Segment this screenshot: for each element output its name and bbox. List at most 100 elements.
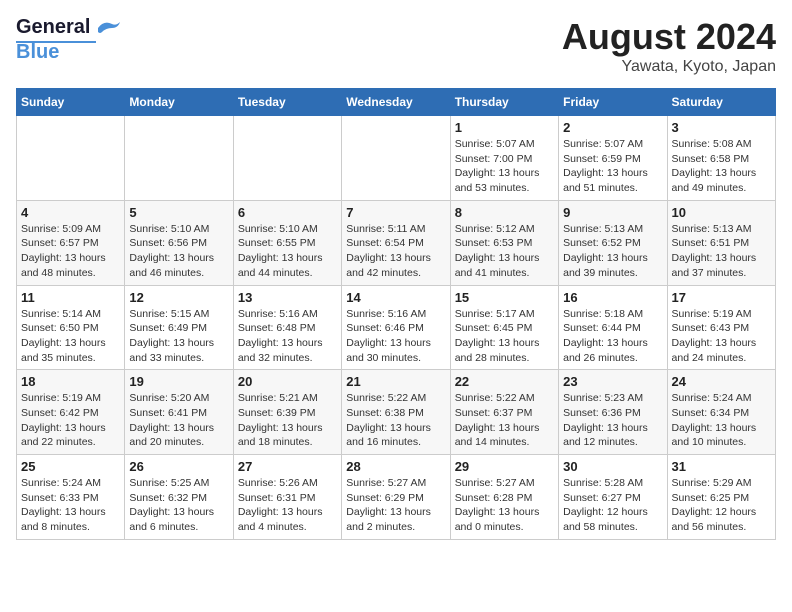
day-number: 18 — [21, 374, 120, 389]
calendar-cell: 27Sunrise: 5:26 AM Sunset: 6:31 PM Dayli… — [233, 455, 341, 540]
day-info: Sunrise: 5:16 AM Sunset: 6:48 PM Dayligh… — [238, 307, 337, 366]
weekday-header-tuesday: Tuesday — [233, 89, 341, 116]
calendar-cell: 12Sunrise: 5:15 AM Sunset: 6:49 PM Dayli… — [125, 285, 233, 370]
calendar-cell: 4Sunrise: 5:09 AM Sunset: 6:57 PM Daylig… — [17, 200, 125, 285]
day-info: Sunrise: 5:25 AM Sunset: 6:32 PM Dayligh… — [129, 476, 228, 535]
calendar-cell: 30 Sunrise: 5:28 AM Sunset: 6:27 PM Dayli… — [559, 455, 667, 540]
calendar-cell: 28 Sunrise: 5:27 AM Sunset: 6:29 PM Dayli… — [342, 455, 450, 540]
day-info: Sunrise: 5:26 AM Sunset: 6:31 PM Dayligh… — [238, 476, 337, 535]
title-block: August 2024 Yawata, Kyoto, Japan — [562, 16, 776, 76]
calendar-cell — [342, 116, 450, 201]
calendar-body: 1 Sunrise: 5:07 AM Sunset: 7:00 PM Daylig… — [17, 116, 776, 540]
calendar-cell: 19 Sunrise: 5:20 AM Sunset: 6:41 PM Dayli… — [125, 370, 233, 455]
day-info: Sunrise: 5:28 AM Sunset: 6:27 PM Dayligh… — [563, 476, 662, 535]
calendar-title: August 2024 — [562, 16, 776, 58]
day-number: 5 — [129, 205, 228, 220]
day-number: 15 — [455, 290, 554, 305]
day-info: Sunrise: 5:29 AM Sunset: 6:25 PM Dayligh… — [672, 476, 771, 535]
day-info: Sunrise: 5:08 AM Sunset: 6:58 PM Dayligh… — [672, 137, 771, 196]
calendar-subtitle: Yawata, Kyoto, Japan — [562, 58, 776, 76]
day-number: 30 — [563, 459, 662, 474]
day-info: Sunrise: 5:13 AM Sunset: 6:52 PM Dayligh… — [563, 222, 662, 281]
calendar-cell: 18 Sunrise: 5:19 AM Sunset: 6:42 PM Dayli… — [17, 370, 125, 455]
logo-blue-text: Blue — [16, 41, 59, 64]
day-info: Sunrise: 5:22 AM Sunset: 6:38 PM Dayligh… — [346, 391, 445, 450]
calendar-cell: 24 Sunrise: 5:24 AM Sunset: 6:34 PM Dayli… — [667, 370, 775, 455]
day-number: 13 — [238, 290, 337, 305]
day-number: 23 — [563, 374, 662, 389]
day-number: 3 — [672, 120, 771, 135]
day-info: Sunrise: 5:10 AM Sunset: 6:56 PM Dayligh… — [129, 222, 228, 281]
day-info: Sunrise: 5:24 AM Sunset: 6:34 PM Dayligh… — [672, 391, 771, 450]
weekday-header-sunday: Sunday — [17, 89, 125, 116]
day-info: Sunrise: 5:14 AM Sunset: 6:50 PM Dayligh… — [21, 307, 120, 366]
calendar-cell: 8Sunrise: 5:12 AM Sunset: 6:53 PM Daylig… — [450, 200, 558, 285]
day-info: Sunrise: 5:09 AM Sunset: 6:57 PM Dayligh… — [21, 222, 120, 281]
day-info: Sunrise: 5:27 AM Sunset: 6:29 PM Dayligh… — [346, 476, 445, 535]
day-number: 26 — [129, 459, 228, 474]
calendar-week-3: 11Sunrise: 5:14 AM Sunset: 6:50 PM Dayli… — [17, 285, 776, 370]
day-info: Sunrise: 5:16 AM Sunset: 6:46 PM Dayligh… — [346, 307, 445, 366]
day-number: 16 — [563, 290, 662, 305]
calendar-cell: 13 Sunrise: 5:16 AM Sunset: 6:48 PM Dayli… — [233, 285, 341, 370]
calendar-cell: 16 Sunrise: 5:18 AM Sunset: 6:44 PM Dayli… — [559, 285, 667, 370]
day-info: Sunrise: 5:24 AM Sunset: 6:33 PM Dayligh… — [21, 476, 120, 535]
calendar-header: SundayMondayTuesdayWednesdayThursdayFrid… — [17, 89, 776, 116]
calendar-cell — [17, 116, 125, 201]
calendar-cell: 7Sunrise: 5:11 AM Sunset: 6:54 PM Daylig… — [342, 200, 450, 285]
day-info: Sunrise: 5:13 AM Sunset: 6:51 PM Dayligh… — [672, 222, 771, 281]
calendar-cell — [125, 116, 233, 201]
day-number: 17 — [672, 290, 771, 305]
weekday-header-saturday: Saturday — [667, 89, 775, 116]
day-info: Sunrise: 5:21 AM Sunset: 6:39 PM Dayligh… — [238, 391, 337, 450]
weekday-header-row: SundayMondayTuesdayWednesdayThursdayFrid… — [17, 89, 776, 116]
calendar-cell: 22Sunrise: 5:22 AM Sunset: 6:37 PM Dayli… — [450, 370, 558, 455]
day-info: Sunrise: 5:17 AM Sunset: 6:45 PM Dayligh… — [455, 307, 554, 366]
calendar-week-4: 18 Sunrise: 5:19 AM Sunset: 6:42 PM Dayli… — [17, 370, 776, 455]
day-number: 28 — [346, 459, 445, 474]
day-number: 6 — [238, 205, 337, 220]
calendar-week-1: 1 Sunrise: 5:07 AM Sunset: 7:00 PM Daylig… — [17, 116, 776, 201]
calendar-cell: 10 Sunrise: 5:13 AM Sunset: 6:51 PM Dayli… — [667, 200, 775, 285]
calendar-week-2: 4Sunrise: 5:09 AM Sunset: 6:57 PM Daylig… — [17, 200, 776, 285]
day-number: 10 — [672, 205, 771, 220]
calendar-cell: 11Sunrise: 5:14 AM Sunset: 6:50 PM Dayli… — [17, 285, 125, 370]
calendar-cell: 31Sunrise: 5:29 AM Sunset: 6:25 PM Dayli… — [667, 455, 775, 540]
day-number: 1 — [455, 120, 554, 135]
calendar-cell: 17Sunrise: 5:19 AM Sunset: 6:43 PM Dayli… — [667, 285, 775, 370]
day-info: Sunrise: 5:07 AM Sunset: 7:00 PM Dayligh… — [455, 137, 554, 196]
day-number: 29 — [455, 459, 554, 474]
calendar-cell: 2Sunrise: 5:07 AM Sunset: 6:59 PM Daylig… — [559, 116, 667, 201]
page-header: General Blue August 2024 Yawata, Kyoto, … — [16, 16, 776, 76]
weekday-header-friday: Friday — [559, 89, 667, 116]
calendar-cell — [233, 116, 341, 201]
day-number: 19 — [129, 374, 228, 389]
day-info: Sunrise: 5:23 AM Sunset: 6:36 PM Dayligh… — [563, 391, 662, 450]
calendar-week-5: 25Sunrise: 5:24 AM Sunset: 6:33 PM Dayli… — [17, 455, 776, 540]
day-info: Sunrise: 5:19 AM Sunset: 6:42 PM Dayligh… — [21, 391, 120, 450]
day-number: 2 — [563, 120, 662, 135]
day-number: 24 — [672, 374, 771, 389]
day-info: Sunrise: 5:20 AM Sunset: 6:41 PM Dayligh… — [129, 391, 228, 450]
logo: General Blue — [16, 16, 122, 64]
day-number: 7 — [346, 205, 445, 220]
day-info: Sunrise: 5:22 AM Sunset: 6:37 PM Dayligh… — [455, 391, 554, 450]
day-info: Sunrise: 5:10 AM Sunset: 6:55 PM Dayligh… — [238, 222, 337, 281]
calendar-cell: 9Sunrise: 5:13 AM Sunset: 6:52 PM Daylig… — [559, 200, 667, 285]
calendar-cell: 6 Sunrise: 5:10 AM Sunset: 6:55 PM Daylig… — [233, 200, 341, 285]
weekday-header-monday: Monday — [125, 89, 233, 116]
calendar-cell: 15 Sunrise: 5:17 AM Sunset: 6:45 PM Dayli… — [450, 285, 558, 370]
weekday-header-wednesday: Wednesday — [342, 89, 450, 116]
day-number: 21 — [346, 374, 445, 389]
calendar-cell: 21 Sunrise: 5:22 AM Sunset: 6:38 PM Dayli… — [342, 370, 450, 455]
day-info: Sunrise: 5:18 AM Sunset: 6:44 PM Dayligh… — [563, 307, 662, 366]
calendar-cell: 20Sunrise: 5:21 AM Sunset: 6:39 PM Dayli… — [233, 370, 341, 455]
day-number: 12 — [129, 290, 228, 305]
logo-bird-icon — [94, 18, 122, 38]
calendar-table: SundayMondayTuesdayWednesdayThursdayFrid… — [16, 88, 776, 540]
calendar-cell: 3 Sunrise: 5:08 AM Sunset: 6:58 PM Daylig… — [667, 116, 775, 201]
calendar-cell: 26 Sunrise: 5:25 AM Sunset: 6:32 PM Dayli… — [125, 455, 233, 540]
calendar-cell: 1 Sunrise: 5:07 AM Sunset: 7:00 PM Daylig… — [450, 116, 558, 201]
calendar-cell: 5 Sunrise: 5:10 AM Sunset: 6:56 PM Daylig… — [125, 200, 233, 285]
calendar-cell: 25Sunrise: 5:24 AM Sunset: 6:33 PM Dayli… — [17, 455, 125, 540]
